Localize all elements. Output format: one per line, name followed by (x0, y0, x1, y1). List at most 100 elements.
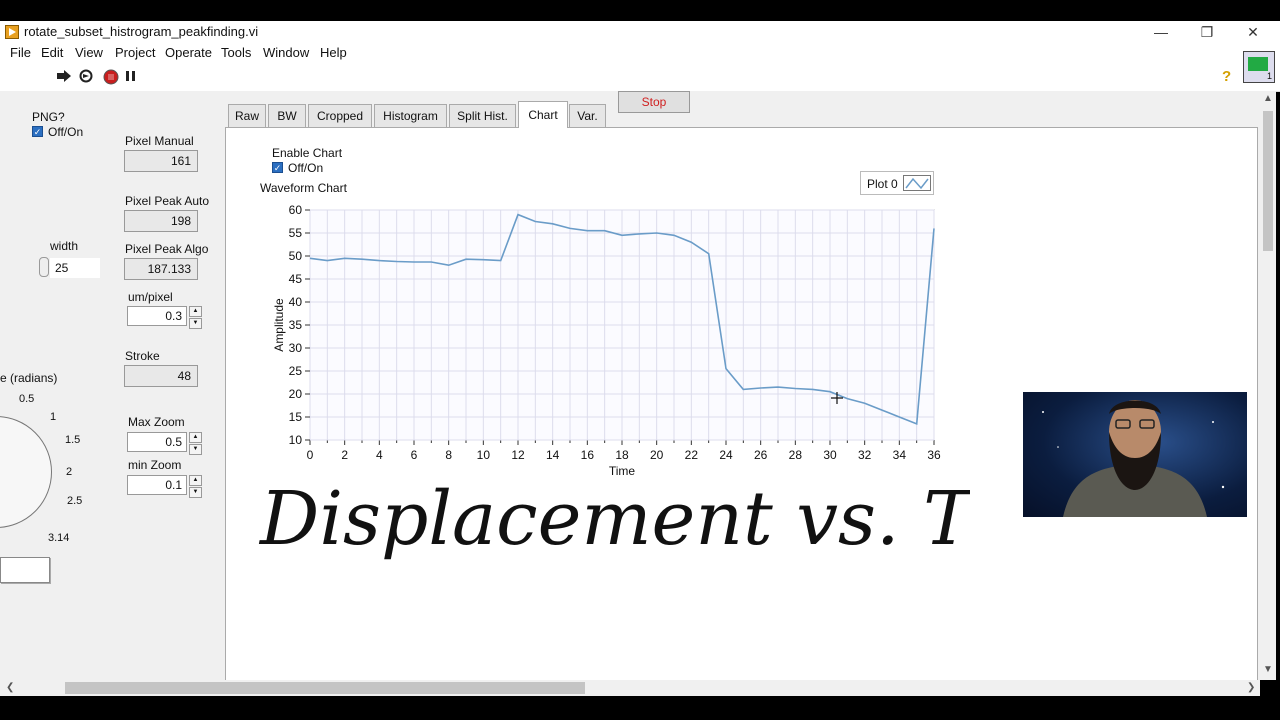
handwritten-annotation: Displacement vs. Time (258, 476, 970, 562)
max-zoom-label: Max Zoom (128, 415, 185, 429)
x-tick-label: 24 (719, 448, 733, 462)
presenter-video (1042, 400, 1225, 517)
pause-icon[interactable] (125, 69, 137, 86)
scroll-right-icon[interactable]: ❯ (1247, 682, 1255, 693)
labview-app-icon (5, 25, 19, 39)
scroll-down-icon[interactable]: ▼ (1263, 664, 1273, 675)
toolbar: ? 1 (0, 51, 1280, 92)
width-label: width (50, 239, 79, 253)
menu-view[interactable]: View (75, 45, 103, 60)
angle-dial[interactable] (0, 416, 52, 528)
x-tick-label: 8 (445, 448, 452, 462)
min-zoom-input[interactable]: 0.1 (127, 475, 187, 495)
dial-mark: 1 (50, 411, 57, 423)
um-pixel-input[interactable]: 0.3 (127, 306, 187, 326)
x-tick-label: 26 (754, 448, 768, 462)
scroll-left-icon[interactable]: ❮ (6, 682, 14, 693)
menu-window[interactable]: Window (263, 45, 309, 60)
png-checkbox[interactable]: ✓ (32, 126, 43, 137)
y-tick-label: 45 (289, 272, 303, 286)
enable-chart-label: Enable Chart (272, 146, 343, 160)
x-tick-label: 6 (411, 448, 418, 462)
y-axis-label: Amplitude (272, 298, 286, 352)
context-help-icon[interactable]: ? (1222, 68, 1231, 85)
min-zoom-spinner[interactable]: ▲ ▼ (189, 475, 202, 498)
abort-icon[interactable] (103, 69, 119, 88)
restore-button[interactable]: ❐ (1184, 21, 1230, 43)
dial-mark: 0.5 (19, 393, 35, 405)
y-tick-label: 25 (289, 364, 303, 378)
horizontal-scrollbar[interactable]: ❮ ❯ (0, 680, 1260, 696)
x-tick-label: 16 (581, 448, 595, 462)
horizontal-scroll-thumb[interactable] (65, 682, 585, 694)
um-pixel-spinner[interactable]: ▲ ▼ (189, 306, 202, 329)
pixel-manual-label: Pixel Manual (125, 134, 194, 148)
menu-project[interactable]: Project (115, 45, 155, 60)
x-tick-label: 34 (893, 448, 907, 462)
menu-tools[interactable]: Tools (221, 45, 251, 60)
x-tick-label: 18 (615, 448, 629, 462)
width-input[interactable]: 25 (50, 258, 100, 278)
tab-chart[interactable]: Chart (518, 101, 568, 128)
menu-help[interactable]: Help (320, 45, 347, 60)
dial-mark: 2.5 (67, 495, 83, 507)
menu-bar: File Edit View Project Operate Tools Win… (0, 43, 1280, 63)
y-tick-label: 55 (289, 226, 303, 240)
menu-file[interactable]: File (10, 45, 31, 60)
max-zoom-spinner[interactable]: ▲ ▼ (189, 432, 202, 455)
run-continuous-icon[interactable] (78, 69, 94, 86)
plot-legend[interactable]: Plot 0 (860, 171, 934, 195)
angle-label: e (radians) (0, 371, 58, 385)
x-tick-label: 20 (650, 448, 664, 462)
vertical-scroll-thumb[interactable] (1263, 111, 1273, 251)
tab-raw[interactable]: Raw (228, 104, 266, 127)
y-tick-label: 50 (289, 249, 303, 263)
webcam-overlay (1023, 392, 1247, 517)
x-tick-label: 22 (685, 448, 699, 462)
enable-chart-toggle-label: Off/On (288, 161, 324, 175)
x-tick-label: 12 (511, 448, 525, 462)
png-label: PNG? (32, 110, 65, 124)
y-tick-label: 40 (289, 295, 303, 309)
pixel-peak-algo-label: Pixel Peak Algo (125, 242, 209, 256)
dial-mark: 3.14 (48, 532, 70, 544)
string-control[interactable] (0, 557, 50, 583)
legend-line-icon (903, 175, 931, 191)
x-tick-label: 30 (823, 448, 837, 462)
menu-edit[interactable]: Edit (41, 45, 63, 60)
width-spinner[interactable] (39, 257, 49, 277)
y-tick-label: 10 (289, 433, 303, 447)
scroll-up-icon[interactable]: ▲ (1263, 93, 1273, 104)
vertical-scrollbar[interactable]: ▲ ▼ (1260, 91, 1276, 680)
stroke-indicator: 48 (124, 365, 198, 387)
run-arrow-icon[interactable] (56, 69, 72, 86)
tab-bw[interactable]: BW (268, 104, 306, 127)
vi-connector-icon: 1 (1243, 51, 1275, 83)
dial-mark: 2 (66, 466, 73, 478)
window-title: rotate_subset_histrogram_peakfinding.vi (24, 24, 259, 39)
tab-var[interactable]: Var. (569, 104, 606, 127)
y-tick-label: 35 (289, 318, 303, 332)
close-button[interactable]: ✕ (1230, 21, 1276, 43)
waveform-chart[interactable]: 10152025303540455055600 2 4 6 8 10 12 14 16 18 20 2… (256, 200, 956, 485)
minimize-button[interactable]: — (1138, 21, 1184, 43)
max-zoom-input[interactable]: 0.5 (127, 432, 187, 452)
dial-mark: 1.5 (65, 434, 81, 446)
tab-split-hist[interactable]: Split Hist. (449, 104, 516, 127)
menu-operate[interactable]: Operate (165, 45, 212, 60)
y-tick-label: 60 (289, 203, 303, 217)
x-tick-label: 32 (858, 448, 872, 462)
y-tick-label: 15 (289, 410, 303, 424)
x-tick-label: 2 (341, 448, 348, 462)
x-tick-label: 36 (927, 448, 941, 462)
um-pixel-label: um/pixel (128, 290, 173, 304)
tab-cropped[interactable]: Cropped (308, 104, 372, 127)
stroke-label: Stroke (125, 349, 160, 363)
x-tick-label: 28 (789, 448, 803, 462)
tab-histogram[interactable]: Histogram (374, 104, 447, 127)
pixel-peak-auto-indicator: 198 (124, 210, 198, 232)
x-tick-label: 4 (376, 448, 383, 462)
stop-button[interactable]: Stop (618, 91, 690, 113)
enable-chart-checkbox[interactable]: ✓ (272, 162, 283, 173)
legend-series-name: Plot 0 (867, 177, 898, 191)
